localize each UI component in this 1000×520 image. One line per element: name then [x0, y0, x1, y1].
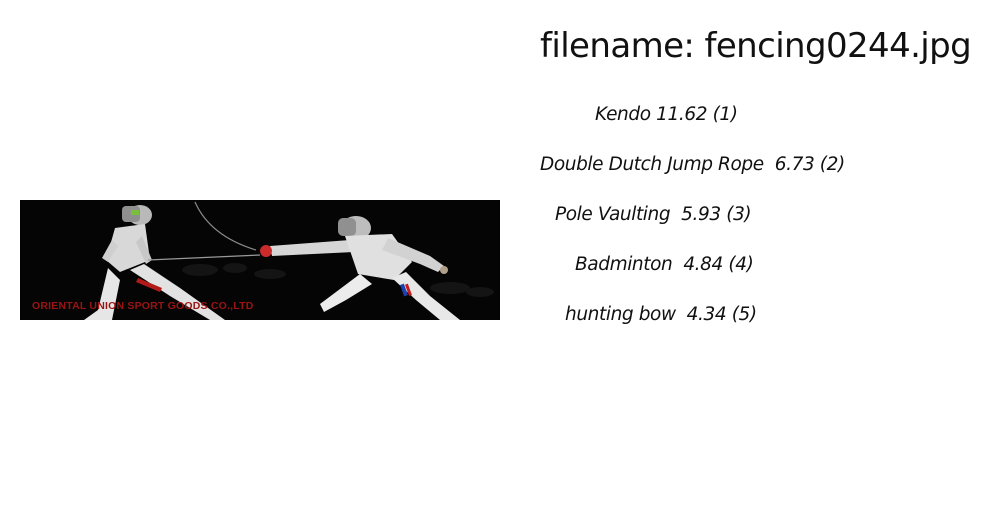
prediction-2: Double Dutch Jump Rope 6.73 (2) [540, 154, 845, 175]
prediction-5: hunting bow 4.34 (5) [565, 304, 757, 325]
filename-title: filename: fencing0244.jpg [540, 26, 972, 66]
prediction-1: Kendo 11.62 (1) [595, 104, 738, 125]
fencing-photo: ORIENTAL UNION SPORT GOODS CO.,LTD [20, 200, 500, 320]
prediction-3: Pole Vaulting 5.93 (3) [555, 204, 752, 225]
right-fencer [260, 216, 460, 320]
image-watermark: ORIENTAL UNION SPORT GOODS CO.,LTD [32, 300, 254, 312]
prediction-4: Badminton 4.84 (4) [575, 254, 754, 275]
